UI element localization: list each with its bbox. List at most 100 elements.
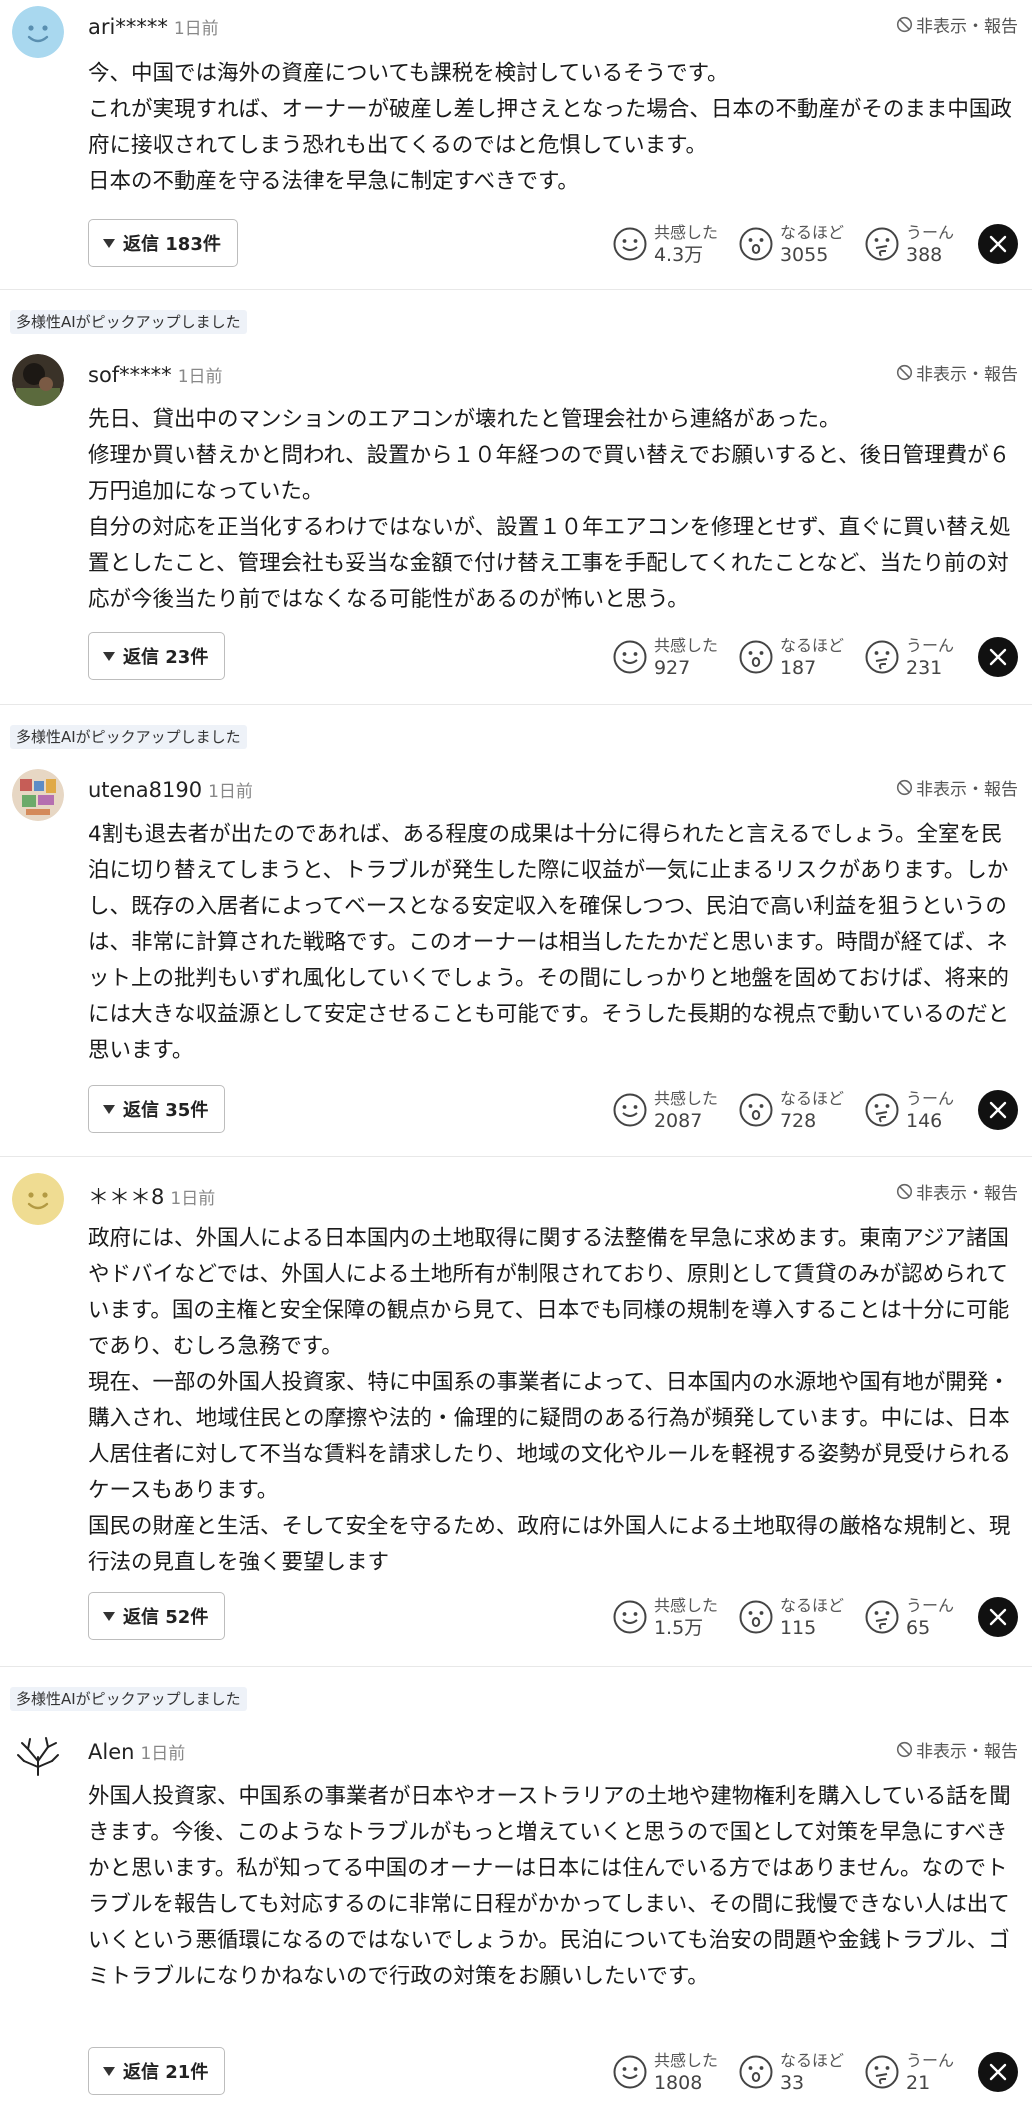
reply-toggle-button[interactable]: 返信 21件 [88,2047,226,2095]
comment: 多様性AIがピックアップしました sof***** 1日前 非表示・報告 先日、貸… [0,290,1032,705]
triangle-down-icon [103,1104,115,1114]
x-logo-icon [989,235,1007,253]
reaction-count: 2087 [653,1110,703,1132]
ai-pick-badge: 多様性AIがピックアップしました [10,310,247,334]
triangle-down-icon [103,1611,115,1621]
ai-pick-badge: 多様性AIがピックアップしました [10,725,247,749]
reaction-count: 115 [779,1617,817,1639]
hmm-reaction-button[interactable]: うーん 21 [864,2050,954,2094]
avatar[interactable] [12,1731,64,1783]
username[interactable]: ＊＊＊8 1日前 [88,1181,215,1211]
reaction-count: 1.5万 [653,1617,704,1639]
reaction-count: 187 [779,657,817,679]
ai-pick-badge: 多様性AIがピックアップしました [10,1687,247,1711]
triangle-down-icon [103,2066,115,2076]
hide-report-link[interactable]: 非表示・報告 [896,775,1018,800]
hide-report-link[interactable]: 非表示・報告 [896,360,1018,385]
timestamp: 1日前 [177,367,223,387]
hmm-reaction-button[interactable]: うーん 65 [864,1595,954,1639]
reaction-count: 1808 [653,2072,703,2094]
comment: 多様性AIがピックアップしました Alen 1日前 非表示・報告 外国人投資家、中… [0,1667,1032,2103]
username[interactable]: utena8190 1日前 [88,777,253,802]
smile-face-icon [613,1093,647,1127]
avatar[interactable] [12,1173,64,1225]
insight-reaction-button[interactable]: なるほど 728 [738,1088,844,1132]
insight-reaction-button[interactable]: なるほど 3055 [738,222,844,266]
hide-report-link[interactable]: 非表示・報告 [896,1179,1018,1204]
comment: ＊＊＊8 1日前 非表示・報告 政府には、外国人による日本国内の土地取得に関する法… [0,1157,1032,1667]
reply-toggle-button[interactable]: 返信 183件 [88,219,238,267]
reactions: 共感した 927 なるほど 187 うーん 231 [612,631,1018,683]
empathy-reaction-button[interactable]: 共感した 2087 [612,1088,718,1132]
reactions: 共感した 4.3万 なるほど 3055 うーん 388 [612,218,1018,270]
block-icon [896,1183,913,1200]
hide-report-link[interactable]: 非表示・報告 [896,1737,1018,1762]
empathy-reaction-button[interactable]: 共感した 4.3万 [612,222,718,266]
reply-toggle-button[interactable]: 返信 23件 [88,632,226,680]
empathy-reaction-button[interactable]: 共感した 1808 [612,2050,718,2094]
surprised-face-icon [739,2055,773,2089]
thinking-face-icon [865,1600,899,1634]
timestamp: 1日前 [170,1189,216,1209]
comment-body: 今、中国では海外の資産についても課税を検討しているそうです。 これが実現すれば、… [88,61,1012,194]
username[interactable]: sof***** 1日前 [88,362,223,387]
comment-body: 外国人投資家、中国系の事業者が日本やオーストラリアの土地や建物権利を購入している… [88,1784,1011,1989]
smile-face-icon [613,1600,647,1634]
x-share-button[interactable] [978,1597,1018,1637]
reaction-count: 3055 [779,244,829,266]
thinking-face-icon [865,227,899,261]
reaction-count: 33 [779,2072,805,2094]
empathy-reaction-button[interactable]: 共感した 927 [612,635,718,679]
insight-reaction-button[interactable]: なるほど 115 [738,1595,844,1639]
avatar[interactable] [12,6,64,58]
comment: ari***** 1日前 非表示・報告 今、中国では海外の資産についても課税を検討… [0,0,1032,290]
avatar[interactable] [12,769,64,821]
reaction-count: 21 [905,2072,931,2094]
hmm-reaction-button[interactable]: うーん 388 [864,222,954,266]
x-share-button[interactable] [978,1090,1018,1130]
block-icon [896,364,913,381]
reactions: 共感した 1808 なるほど 33 うーん 21 [612,2046,1018,2098]
comment-list: ari***** 1日前 非表示・報告 今、中国では海外の資産についても課税を検討… [0,0,1032,2103]
username[interactable]: ari***** 1日前 [88,14,219,39]
empathy-reaction-button[interactable]: 共感した 1.5万 [612,1595,718,1639]
reply-toggle-button[interactable]: 返信 35件 [88,1085,226,1133]
triangle-down-icon [103,238,115,248]
x-share-button[interactable] [978,224,1018,264]
timestamp: 1日前 [140,1744,186,1764]
reply-toggle-button[interactable]: 返信 52件 [88,1592,226,1640]
reaction-count: 927 [653,657,691,679]
x-share-button[interactable] [978,2052,1018,2092]
thinking-face-icon [865,640,899,674]
reaction-count: 231 [905,657,943,679]
x-logo-icon [989,1608,1007,1626]
comment-body: 4割も退去者が出たのであれば、ある程度の成果は十分に得られたと言えるでしょう。全… [88,822,1010,1063]
reaction-count: 388 [905,244,943,266]
surprised-face-icon [739,227,773,261]
smile-face-icon [613,2055,647,2089]
x-logo-icon [989,648,1007,666]
thinking-face-icon [865,1093,899,1127]
reaction-count: 65 [905,1617,931,1639]
insight-reaction-button[interactable]: なるほど 187 [738,635,844,679]
hmm-reaction-button[interactable]: うーん 231 [864,635,954,679]
reaction-count: 4.3万 [653,244,704,266]
x-share-button[interactable] [978,637,1018,677]
block-icon [896,779,913,796]
thinking-face-icon [865,2055,899,2089]
smile-face-icon [613,640,647,674]
insight-reaction-button[interactable]: なるほど 33 [738,2050,844,2094]
comment-body: 先日、貸出中のマンションのエアコンが壊れたと管理会社から連絡があった。 修理か買… [88,407,1011,612]
reactions: 共感した 1.5万 なるほど 115 うーん 65 [612,1591,1018,1643]
hmm-reaction-button[interactable]: うーん 146 [864,1088,954,1132]
hide-report-link[interactable]: 非表示・報告 [896,12,1018,37]
comment: 多様性AIがピックアップしました utena8190 1日前 非表示・報告 4割も… [0,705,1032,1157]
reaction-count: 728 [779,1110,817,1132]
avatar[interactable] [12,354,64,406]
surprised-face-icon [739,1600,773,1634]
x-logo-icon [989,2063,1007,2081]
username[interactable]: Alen 1日前 [88,1739,185,1764]
block-icon [896,1741,913,1758]
smile-face-icon [613,227,647,261]
x-logo-icon [989,1101,1007,1119]
